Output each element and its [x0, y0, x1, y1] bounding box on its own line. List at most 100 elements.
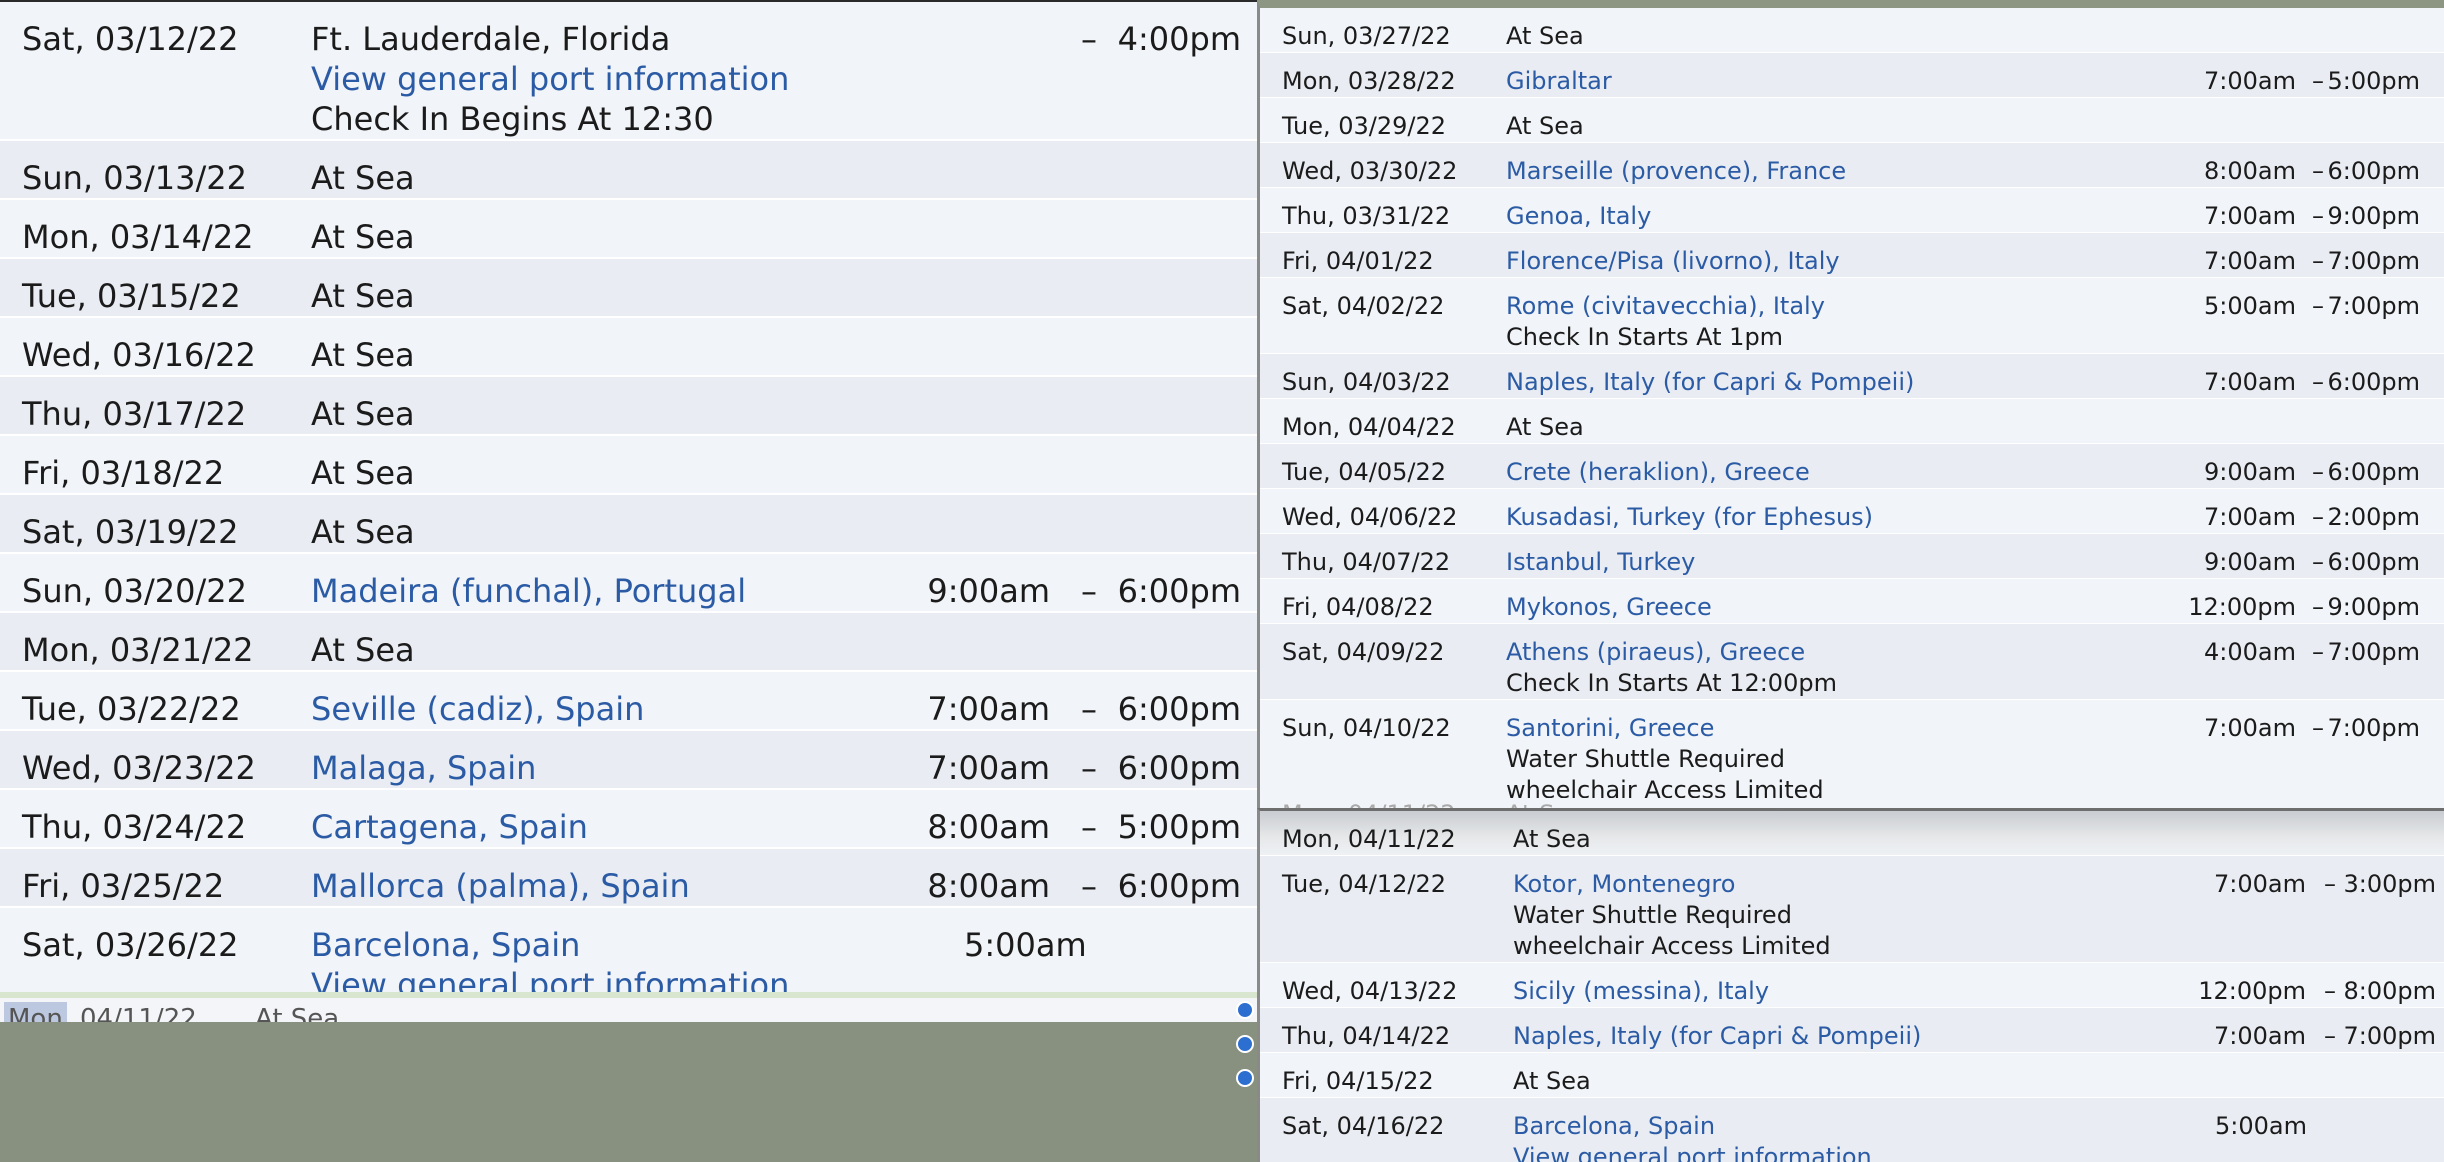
resize-handle-icon[interactable] [1236, 1001, 1254, 1019]
itinerary-row: Sun, 03/13/22 At Sea [0, 141, 1257, 200]
port-link[interactable]: Istanbul, Turkey [1506, 547, 2144, 578]
row-date: Fri, 04/01/22 [1282, 247, 1434, 275]
peek-date: 04/11/22 [80, 1004, 197, 1022]
port-link[interactable]: Santorini, Greece [1506, 713, 2144, 744]
overlapped-row-peek: Mon 04/11/22 At Sea [0, 992, 1257, 1022]
port-link[interactable]: Naples, Italy (for Capri & Pompeii) [1513, 1021, 2144, 1052]
row-date: Fri, 04/08/22 [1282, 593, 1434, 621]
time-separator: – [2312, 157, 2324, 185]
port-link[interactable]: Athens (piraeus), Greece [1506, 637, 2144, 668]
itinerary-panel-left: Sat, 03/12/22 Ft. Lauderdale, Florida View… [0, 0, 1257, 1022]
row-date: Mon, 03/28/22 [1282, 67, 1456, 95]
port-info-link[interactable]: View general port information [311, 59, 897, 99]
row-date: Sat, 03/19/22 [22, 513, 239, 551]
arrive-time: 7:00am [2204, 368, 2296, 396]
time-separator: – [2312, 247, 2324, 275]
resize-handle-icon[interactable] [1236, 1035, 1254, 1053]
row-date: Thu, 04/14/22 [1282, 1022, 1451, 1050]
port-note: Water Shuttle Required [1506, 745, 1785, 773]
port-column: Cartagena, Spain [311, 807, 1257, 847]
itinerary-row: Sun, 03/20/22 Madeira (funchal), Portugal… [0, 554, 1257, 613]
time-separator: – [2312, 548, 2324, 576]
resize-handle-icon[interactable] [1236, 1069, 1254, 1087]
itinerary-row: Mon, 03/14/22 At Sea [0, 200, 1257, 259]
port-link[interactable]: Rome (civitavecchia), Italy [1506, 291, 2144, 322]
depart-time: 6:00pm [1117, 749, 1241, 787]
port-link[interactable]: Marseille (provence), France [1506, 156, 2144, 187]
port-link[interactable]: Mykonos, Greece [1506, 592, 2144, 623]
port-link[interactable]: Kusadasi, Turkey (for Ephesus) [1506, 502, 2144, 533]
port-column: Madeira (funchal), Portugal [311, 571, 1257, 611]
port-column: Crete (heraklion), Greece [1506, 457, 2444, 488]
itinerary-row: Mon, 03/21/22 At Sea [0, 613, 1257, 672]
time-separator: – [2312, 458, 2324, 486]
row-date: Wed, 03/30/22 [1282, 157, 1458, 185]
port-column: Marseille (provence), France [1506, 156, 2444, 187]
port-info-link[interactable]: View general port information [1513, 1142, 2144, 1162]
port-link[interactable]: Malaga, Spain [311, 748, 897, 788]
itinerary-row: Sun, 04/10/22 Santorini, Greece Water Shut… [1260, 700, 2444, 807]
peek-day: Mon [4, 1002, 67, 1022]
itinerary-row: Tue, 03/15/22 At Sea [0, 259, 1257, 318]
port-link[interactable]: Naples, Italy (for Capri & Pompeii) [1506, 367, 2144, 398]
time-separator: – [2312, 593, 2324, 621]
time-separator: – [2312, 292, 2324, 320]
row-date: Mon, 04/11/22 [1282, 825, 1456, 853]
arrive-time: 5:00am [964, 926, 1087, 964]
port-link[interactable]: Gibraltar [1506, 66, 2144, 97]
port-name: At Sea [311, 218, 415, 256]
port-name: At Sea [311, 631, 415, 669]
row-date: Sat, 03/26/22 [22, 926, 239, 964]
row-date: Sun, 03/20/22 [22, 572, 247, 610]
port-link[interactable]: Seville (cadiz), Spain [311, 689, 897, 729]
port-column: At Sea [311, 630, 1257, 670]
overlapped-row-peek: Mon, 04/11/22 At Sea [1260, 798, 2444, 808]
itinerary-row: Tue, 04/05/22 Crete (heraklion), Greece 9:… [1260, 444, 2444, 489]
port-link[interactable]: Barcelona, Spain [1513, 1111, 2144, 1142]
port-link[interactable]: Florence/Pisa (livorno), Italy [1506, 246, 2144, 277]
itinerary-list-left: Sat, 03/12/22 Ft. Lauderdale, Florida View… [0, 2, 1257, 1007]
port-column: At Sea [1506, 412, 2444, 443]
port-name: At Sea [1513, 825, 1591, 853]
itinerary-row: Thu, 03/31/22 Genoa, Italy 7:00am –9:00pm [1260, 188, 2444, 233]
port-link[interactable]: Crete (heraklion), Greece [1506, 457, 2144, 488]
time-separator: – [2324, 870, 2336, 898]
time-separator: – [1081, 20, 1097, 58]
itinerary-row: Wed, 03/16/22 At Sea [0, 318, 1257, 377]
port-link[interactable]: Barcelona, Spain [311, 925, 897, 965]
port-column: At Sea [311, 158, 1257, 198]
port-link[interactable]: Sicily (messina), Italy [1513, 976, 2144, 1007]
port-link[interactable]: Genoa, Italy [1506, 201, 2144, 232]
port-name: At Sea [311, 277, 415, 315]
time-separator: – [2312, 67, 2324, 95]
row-date: Mon, 03/21/22 [22, 631, 254, 669]
row-date: Wed, 03/16/22 [22, 336, 256, 374]
itinerary-row: Sun, 04/03/22 Naples, Italy (for Capri & … [1260, 354, 2444, 399]
port-link[interactable]: Mallorca (palma), Spain [311, 866, 897, 906]
itinerary-row: Tue, 03/22/22 Seville (cadiz), Spain 7:00a… [0, 672, 1257, 731]
port-link[interactable]: Madeira (funchal), Portugal [311, 571, 897, 611]
port-link[interactable]: Kotor, Montenegro [1513, 869, 2144, 900]
itinerary-panel-right-bottom: Mon, 04/11/22 At Sea Tue, 04/12/22 Kotor, M… [1257, 808, 2444, 1162]
arrive-time: 8:00am [2204, 157, 2296, 185]
row-date: Tue, 04/12/22 [1282, 870, 1447, 898]
itinerary-row: Thu, 03/24/22 Cartagena, Spain 8:00am –5:00… [0, 790, 1257, 849]
row-date: Sun, 04/03/22 [1282, 368, 1451, 396]
port-column: Naples, Italy (for Capri & Pompeii) [1506, 367, 2444, 398]
row-date: Fri, 03/25/22 [22, 867, 225, 905]
depart-time: 9:00pm [2327, 202, 2420, 230]
port-column: At Sea [311, 512, 1257, 552]
port-column: Kusadasi, Turkey (for Ephesus) [1506, 502, 2444, 533]
port-column: At Sea [311, 394, 1257, 434]
time-separator: – [2312, 503, 2324, 531]
itinerary-row: Mon, 04/04/22 At Sea [1260, 399, 2444, 444]
port-note: wheelchair Access Limited [1513, 932, 1831, 960]
port-name: At Sea [311, 454, 415, 492]
row-date: Mon, 04/04/22 [1282, 413, 1456, 441]
port-column: Genoa, Italy [1506, 201, 2444, 232]
time-separator: – [2312, 638, 2324, 666]
port-column: Malaga, Spain [311, 748, 1257, 788]
port-link[interactable]: Cartagena, Spain [311, 807, 897, 847]
row-date: Sun, 03/13/22 [22, 159, 247, 197]
arrive-time: 12:00pm [2188, 593, 2296, 621]
